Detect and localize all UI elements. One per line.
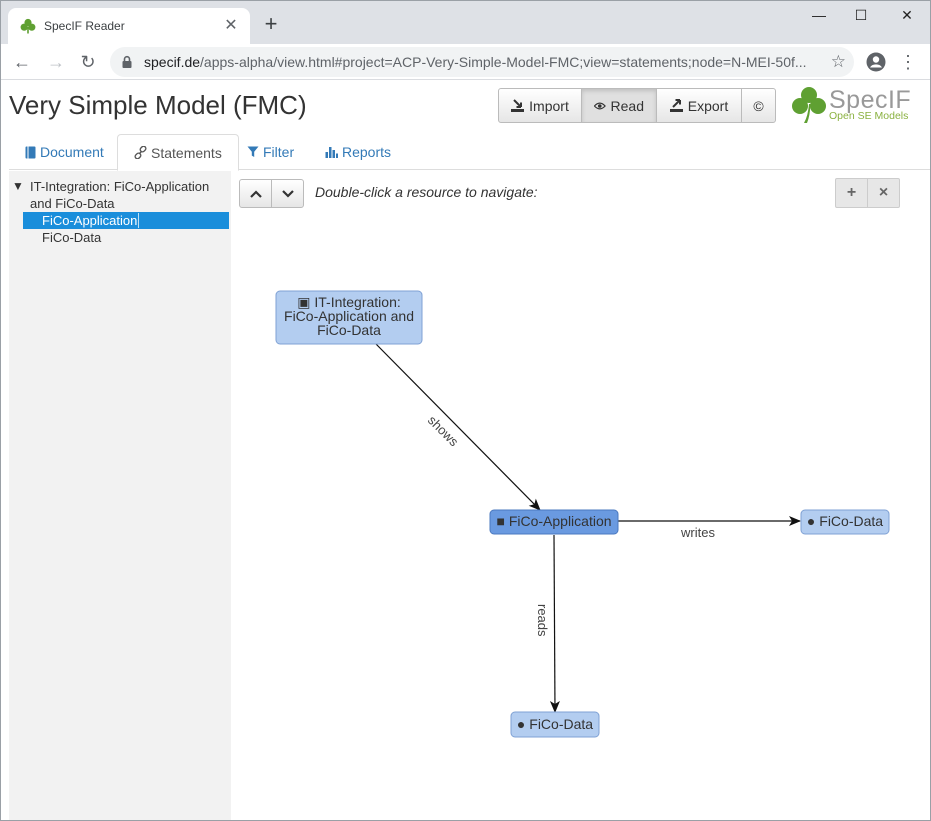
node-label-line3: FiCo-Data [317,322,381,338]
link-icon [134,146,147,159]
action-button-group: Import Read Export © [498,88,776,123]
url-host: specif.de [144,54,201,70]
tree-item-label: FiCo-Application [42,213,140,228]
export-button[interactable]: Export [656,88,742,123]
edge-shows [375,343,541,511]
statements-graph-panel: Double-click a resource to navigate: + ×… [231,171,930,820]
maximize-button[interactable]: ☐ [838,4,884,26]
read-button[interactable]: Read [581,88,657,123]
navigation-tree: ▼ IT-Integration: FiCo-Application and F… [9,171,231,820]
specif-logo: SpecIF Open SE Models [791,86,921,126]
statement-graph: shows writes reads ▣ IT-Integration: FiC… [275,290,890,738]
node-fico-data-bottom[interactable]: ● FiCo-Data [510,711,600,738]
node-it-integration[interactable]: ▣ IT-Integration: FiCo-Application and F… [275,290,423,345]
eye-icon [594,102,606,109]
page-title: Very Simple Model (FMC) [9,90,307,120]
node-label-fico-data: ● FiCo-Data [517,716,593,732]
back-button[interactable]: ← [8,48,36,76]
lock-icon [122,55,132,68]
tab-filter-label: Filter [263,144,295,160]
tab-document[interactable]: Document [9,134,120,170]
tree-item-label: FiCo-Data [42,230,102,245]
tab-statements[interactable]: Statements [117,134,239,171]
tab-statements-label: Statements [151,144,222,161]
edge-reads [549,534,560,713]
url-path: /apps-alpha/view.html#project=ACP-Very-S… [200,54,807,70]
browser-toolbar: ← → ↻ specif.de/apps-alpha/view.html#pro… [0,44,931,80]
minimize-button[interactable]: — [796,4,842,26]
edge-label-reads: reads [535,604,550,637]
reload-button[interactable]: ↻ [74,48,102,76]
close-tab-icon[interactable]: ✕ [222,17,240,35]
browser-tab-title: SpecIF Reader [44,19,125,33]
filter-icon [247,146,259,157]
forward-button[interactable]: → [42,48,70,76]
export-label: Export [687,97,729,114]
edge-label-writes: writes [680,525,715,540]
specif-clover-icon [20,18,36,34]
browser-tab-strip: SpecIF Reader ✕ + — ☐ ✕ [0,0,931,44]
edge-label-shows: shows [425,413,462,450]
tree-item-fico-data[interactable]: FiCo-Data [23,229,229,246]
specif-clover-logo-icon [792,87,826,123]
tab-reports[interactable]: Reports [309,134,407,170]
tab-document-label: Document [40,144,104,160]
browser-tab[interactable]: SpecIF Reader ✕ [8,8,250,44]
copyright-label: © [753,97,764,114]
address-bar[interactable]: specif.de/apps-alpha/view.html#project=A… [110,47,854,77]
browser-menu-icon[interactable]: ⋮ [898,50,918,74]
import-button[interactable]: Import [498,88,582,123]
node-fico-data-right[interactable]: ● FiCo-Data [800,509,890,535]
node-label-fico-application: ■ FiCo-Application [496,513,611,529]
logo-subtitle: Open SE Models [829,110,909,122]
expand-caret-icon[interactable]: ▼ [12,178,24,195]
profile-icon[interactable] [866,52,886,72]
node-label-fico-data: ● FiCo-Data [807,513,883,529]
export-icon [669,99,683,112]
copyright-button[interactable]: © [741,88,776,123]
tree-item-fico-application[interactable]: FiCo-Application [23,212,229,229]
new-tab-button[interactable]: + [260,13,282,35]
tab-filter[interactable]: Filter [231,134,310,170]
view-tabs: Document Statements Filter Reports [9,134,930,171]
import-icon [511,99,525,112]
bookmark-star-icon[interactable]: ☆ [831,52,846,72]
tab-reports-label: Reports [342,144,392,160]
book-icon [25,146,36,158]
import-label: Import [529,97,569,114]
tree-root-label[interactable]: IT-Integration: FiCo-Application and FiC… [12,178,230,212]
node-fico-application[interactable]: ■ FiCo-Application [489,509,619,535]
bar-chart-icon [325,147,338,158]
read-label: Read [610,97,644,114]
window-close-button[interactable]: ✕ [884,4,930,26]
tree-root-node[interactable]: ▼ IT-Integration: FiCo-Application and F… [12,178,230,212]
